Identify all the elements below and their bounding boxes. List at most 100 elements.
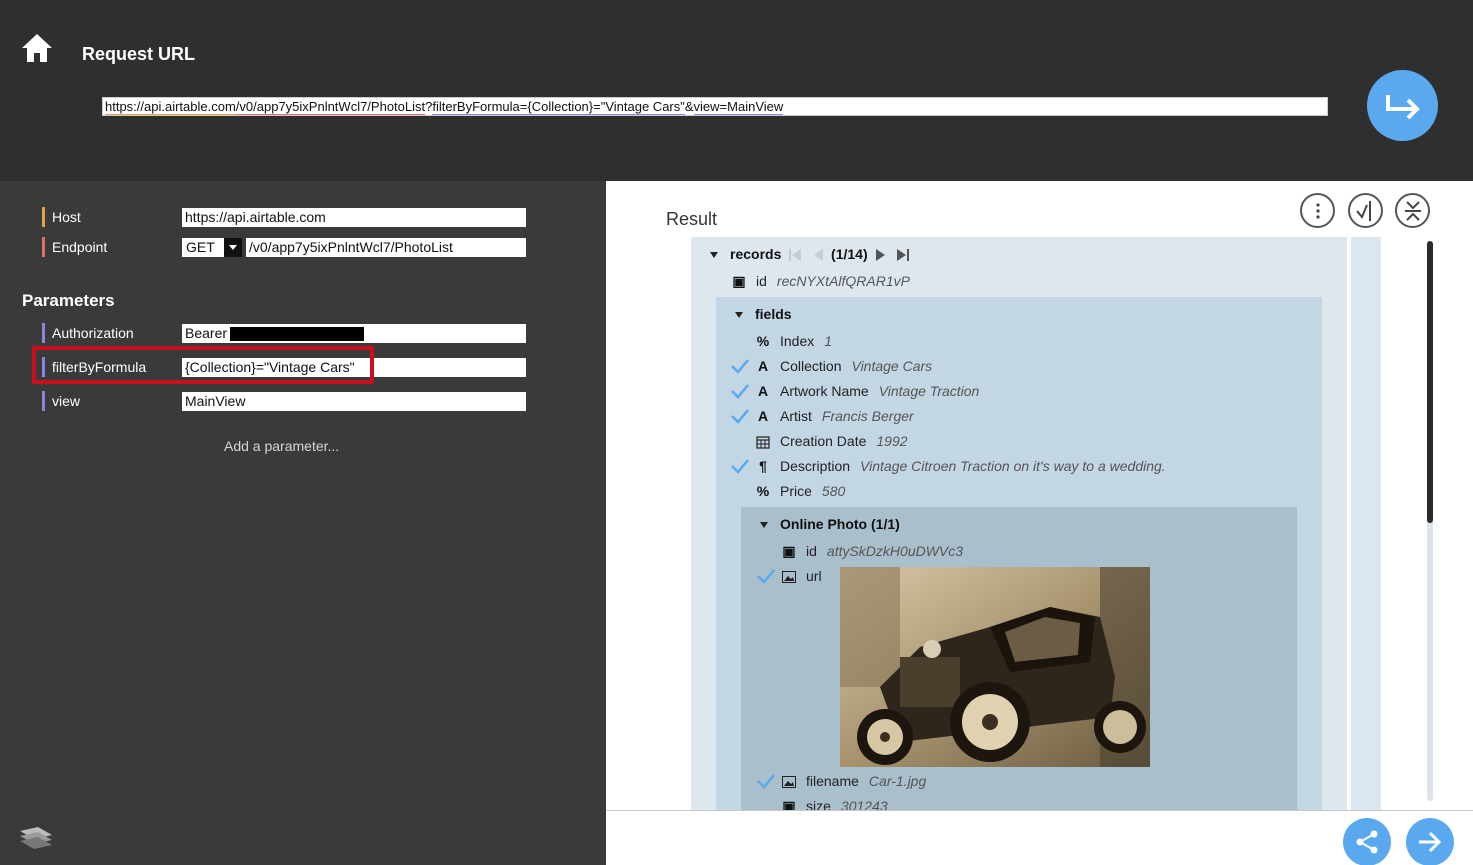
expand-triangle-icon[interactable] bbox=[735, 312, 743, 319]
highlight-box bbox=[32, 346, 374, 384]
field-key: Creation Date bbox=[780, 433, 867, 449]
photo-id-key: id bbox=[806, 543, 817, 559]
share-icon bbox=[1356, 830, 1378, 854]
expand-triangle-icon[interactable] bbox=[710, 252, 718, 259]
field-key: Collection bbox=[780, 358, 842, 374]
photo-filename-value: Car-1.jpg bbox=[868, 773, 927, 789]
next-page-icon[interactable] bbox=[875, 248, 887, 262]
layers-icon[interactable] bbox=[16, 823, 56, 849]
check-icon bbox=[731, 459, 749, 474]
more-vertical-icon bbox=[1315, 202, 1320, 219]
authorization-input[interactable]: Bearer bbox=[182, 324, 526, 343]
image-icon bbox=[782, 571, 796, 584]
field-key: Artwork Name bbox=[780, 383, 869, 399]
calendar-icon bbox=[756, 436, 770, 449]
record-id-value: recNYXtAlfQRAR1vP bbox=[776, 273, 910, 289]
first-page-icon[interactable] bbox=[788, 248, 802, 262]
field-value: 1992 bbox=[876, 433, 908, 449]
request-panel: Host https://api.airtable.com Endpoint G… bbox=[0, 181, 606, 865]
parameter-value: Bearer bbox=[185, 325, 228, 341]
add-parameter-link[interactable]: Add a parameter... bbox=[224, 438, 339, 454]
photo-id-value: attySkDzkH0uDWVc3 bbox=[826, 543, 964, 559]
check-icon bbox=[731, 359, 749, 374]
text-type-icon: A bbox=[757, 408, 769, 424]
text-type-icon: A bbox=[757, 383, 769, 399]
paragraph-icon: ¶ bbox=[759, 458, 767, 474]
method-value: GET bbox=[186, 239, 215, 255]
request-url-input[interactable]: https://api.airtable.com/v0/app7y5ixPnln… bbox=[102, 97, 1328, 116]
online-photo-label: Online Photo (1/1) bbox=[780, 516, 900, 532]
redacted-token bbox=[230, 327, 364, 341]
endpoint-input[interactable]: /v0/app7y5ixPnlntWcl7/PhotoList bbox=[246, 238, 526, 257]
field-row-artwork-name: A Artwork Name Vintage Traction bbox=[756, 381, 979, 401]
photo-url-row: url bbox=[782, 566, 822, 586]
url-param-separator: & bbox=[684, 99, 694, 114]
arrow-right-icon bbox=[1419, 831, 1442, 853]
check-icon bbox=[731, 384, 749, 399]
id-badge-icon: ▣ bbox=[782, 543, 796, 559]
field-row-index: % Index 1 bbox=[756, 331, 832, 351]
field-value: Vintage Citroen Traction on it's way to … bbox=[860, 458, 1166, 474]
photo-size-key: size bbox=[806, 798, 831, 810]
fields-label: fields bbox=[755, 306, 792, 322]
field-row-creation-date: Creation Date 1992 bbox=[756, 431, 908, 451]
field-row-price: % Price 580 bbox=[756, 481, 846, 501]
result-title: Result bbox=[666, 209, 718, 229]
field-value: 1 bbox=[824, 333, 833, 349]
records-label: records bbox=[730, 246, 782, 262]
percent-icon: % bbox=[756, 333, 770, 349]
photo-id-row: ▣ id attySkDzkH0uDWVc3 bbox=[782, 541, 963, 561]
photo-size-value: 301243 bbox=[840, 798, 888, 810]
next-button[interactable] bbox=[1406, 818, 1454, 865]
url-host-segment: https://api.airtable.com bbox=[105, 99, 236, 115]
bottom-bar bbox=[606, 810, 1473, 865]
request-url-title: Request URL bbox=[82, 44, 196, 64]
field-value: Vintage Cars bbox=[851, 358, 933, 374]
collapse-all-button[interactable] bbox=[1395, 193, 1430, 228]
field-key: Index bbox=[780, 333, 815, 349]
host-label: Host bbox=[42, 207, 81, 227]
check-icon bbox=[757, 774, 775, 789]
text-type-icon: A bbox=[757, 358, 769, 374]
vintage-car-photo bbox=[840, 567, 1150, 767]
expand-triangle-icon[interactable] bbox=[760, 522, 768, 529]
records-page-indicator: (1/14) bbox=[831, 246, 868, 262]
field-key: Artist bbox=[780, 408, 812, 424]
prev-page-icon[interactable] bbox=[812, 248, 824, 262]
online-photo-node[interactable]: Online Photo (1/1) bbox=[760, 514, 900, 534]
scrollbar-thumb[interactable] bbox=[1427, 241, 1433, 523]
photo-filename-row: filename Car-1.jpg bbox=[782, 771, 926, 791]
parameter-row-view: view MainView bbox=[42, 391, 526, 411]
photo-filename-key: filename bbox=[806, 773, 859, 789]
parameter-label: view bbox=[42, 391, 80, 411]
share-button[interactable] bbox=[1343, 818, 1391, 865]
fields-node[interactable]: fields bbox=[735, 304, 792, 324]
top-bar: Request URL https://api.airtable.com/v0/… bbox=[0, 0, 1473, 181]
field-value: Vintage Traction bbox=[878, 383, 980, 399]
check-icon bbox=[757, 569, 775, 584]
parameters-heading: Parameters bbox=[22, 291, 115, 310]
send-request-button[interactable] bbox=[1367, 70, 1438, 141]
send-arrow-icon bbox=[1385, 94, 1420, 119]
field-value: 580 bbox=[821, 483, 846, 499]
more-options-button[interactable] bbox=[1300, 193, 1335, 228]
records-node[interactable]: records (1/14) bbox=[710, 244, 913, 264]
url-param-filter: filterByFormula={Collection}="Vintage Ca… bbox=[432, 99, 685, 115]
method-select[interactable]: GET bbox=[182, 238, 242, 257]
validate-button[interactable] bbox=[1348, 193, 1383, 228]
url-param-view: view=MainView bbox=[693, 99, 784, 115]
side-track bbox=[1351, 237, 1381, 810]
parameter-label: Authorization bbox=[42, 323, 134, 343]
check-icon bbox=[731, 409, 749, 424]
chevron-down-icon[interactable] bbox=[224, 238, 242, 257]
last-page-icon[interactable] bbox=[896, 248, 910, 262]
host-input[interactable]: https://api.airtable.com bbox=[182, 208, 526, 227]
endpoint-label: Endpoint bbox=[42, 237, 107, 257]
field-row-description: ¶ Description Vintage Citroen Traction on … bbox=[756, 456, 1166, 476]
id-badge-icon: ▣ bbox=[732, 273, 746, 289]
home-icon[interactable] bbox=[20, 32, 54, 64]
view-input[interactable]: MainView bbox=[182, 392, 526, 411]
result-panel: Result records (1/14) ▣ id recNYXtAlfQRAR1… bbox=[606, 181, 1473, 810]
field-value: Francis Berger bbox=[821, 408, 914, 424]
url-endpoint-segment: /v0/app7y5ixPnlntWcl7/PhotoList bbox=[235, 99, 426, 115]
